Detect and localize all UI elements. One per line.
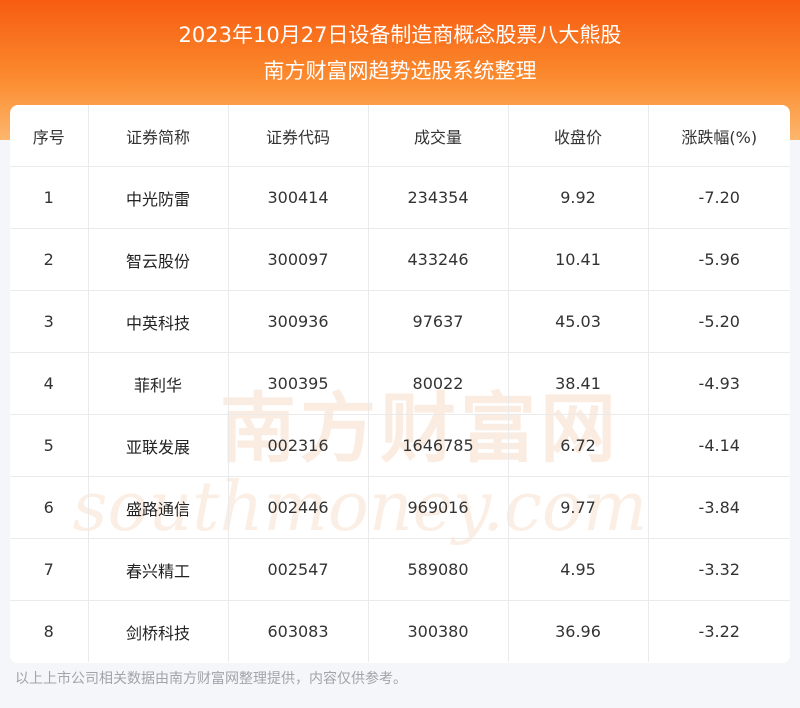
table-row: 2 智云股份 300097 433246 10.41 -5.96 (10, 228, 790, 291)
row-index: 7 (10, 538, 89, 601)
change-pct: -3.32 (648, 538, 790, 601)
row-index: 2 (10, 228, 89, 291)
row-index: 5 (10, 414, 89, 477)
close-price: 10.41 (508, 228, 649, 291)
close-price: 4.95 (508, 538, 649, 601)
change-pct: -5.20 (648, 290, 790, 353)
change-pct: -7.20 (648, 166, 790, 229)
change-pct: -4.14 (648, 414, 790, 477)
stock-code: 002547 (228, 538, 369, 601)
stock-name: 中英科技 (88, 290, 229, 353)
volume: 589080 (368, 538, 509, 601)
table-row: 1 中光防雷 300414 234354 9.92 -7.20 (10, 166, 790, 229)
row-index: 1 (10, 166, 89, 229)
stock-code: 002316 (228, 414, 369, 477)
change-pct: -3.84 (648, 476, 790, 539)
close-price: 9.92 (508, 166, 649, 229)
close-price: 38.41 (508, 352, 649, 415)
stock-code: 300395 (228, 352, 369, 415)
row-index: 4 (10, 352, 89, 415)
column-header: 收盘价 (508, 105, 649, 167)
row-index: 3 (10, 290, 89, 353)
close-price: 9.77 (508, 476, 649, 539)
stock-name: 菲利华 (88, 352, 229, 415)
page-subtitle: 南方财富网趋势选股系统整理 (263, 59, 537, 83)
table-header-row: 序号 证券简称 证券代码 成交量 收盘价 涨跌幅(%) (10, 105, 790, 167)
stock-name: 剑桥科技 (88, 600, 229, 662)
table-row: 5 亚联发展 002316 1646785 6.72 -4.14 (10, 414, 790, 477)
change-pct: -4.93 (648, 352, 790, 415)
row-index: 6 (10, 476, 89, 539)
table-card: 序号 证券简称 证券代码 成交量 收盘价 涨跌幅(%) 1 中光防雷 30041… (10, 105, 790, 663)
volume: 433246 (368, 228, 509, 291)
column-header: 涨跌幅(%) (648, 105, 790, 167)
column-header: 证券代码 (228, 105, 369, 167)
stock-code: 300936 (228, 290, 369, 353)
volume: 300380 (368, 600, 509, 662)
stock-table: 序号 证券简称 证券代码 成交量 收盘价 涨跌幅(%) 1 中光防雷 30041… (10, 105, 790, 662)
column-header: 成交量 (368, 105, 509, 167)
close-price: 36.96 (508, 600, 649, 662)
change-pct: -5.96 (648, 228, 790, 291)
stock-name: 亚联发展 (88, 414, 229, 477)
table-row: 4 菲利华 300395 80022 38.41 -4.93 (10, 352, 790, 415)
table-row: 7 春兴精工 002547 589080 4.95 -3.32 (10, 538, 790, 601)
stock-code: 300414 (228, 166, 369, 229)
stock-code: 603083 (228, 600, 369, 662)
volume: 97637 (368, 290, 509, 353)
column-header: 证券简称 (88, 105, 229, 167)
stock-code: 300097 (228, 228, 369, 291)
stock-name: 盛路通信 (88, 476, 229, 539)
close-price: 6.72 (508, 414, 649, 477)
column-header: 序号 (10, 105, 89, 167)
volume: 234354 (368, 166, 509, 229)
stock-code: 002446 (228, 476, 369, 539)
volume: 1646785 (368, 414, 509, 477)
volume: 969016 (368, 476, 509, 539)
table-row: 3 中英科技 300936 97637 45.03 -5.20 (10, 290, 790, 353)
stock-name: 中光防雷 (88, 166, 229, 229)
close-price: 45.03 (508, 290, 649, 353)
table-row: 8 剑桥科技 603083 300380 36.96 -3.22 (10, 600, 790, 662)
page-title: 2023年10月27日设备制造商概念股票八大熊股 (178, 23, 622, 47)
row-index: 8 (10, 600, 89, 662)
table-row: 6 盛路通信 002446 969016 9.77 -3.84 (10, 476, 790, 539)
volume: 80022 (368, 352, 509, 415)
footer-note: 以上上市公司相关数据由南方财富网整理提供，内容仅供参考。 (15, 671, 407, 687)
change-pct: -3.22 (698, 622, 740, 641)
stock-name: 春兴精工 (88, 538, 229, 601)
stock-name: 智云股份 (88, 228, 229, 291)
